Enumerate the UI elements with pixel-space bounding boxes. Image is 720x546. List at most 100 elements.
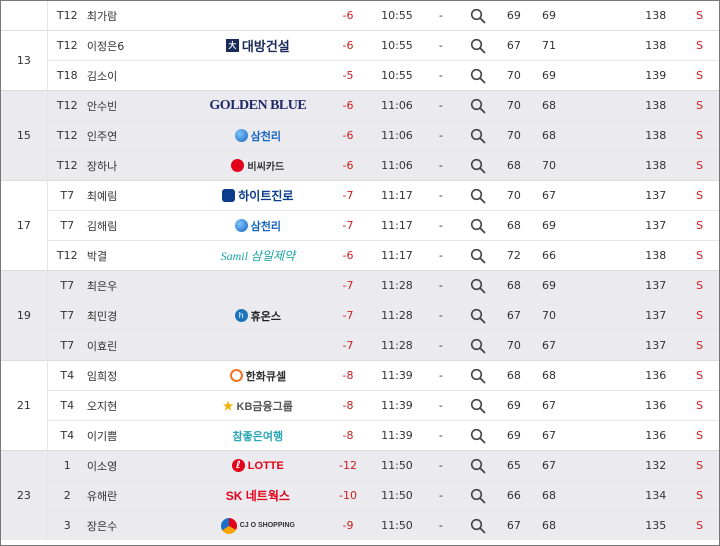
s-link[interactable]: S <box>680 270 719 301</box>
player-position: 2 <box>47 480 87 511</box>
player-name[interactable]: 김소이 <box>86 60 193 91</box>
search-icon[interactable] <box>470 308 486 324</box>
search-cell[interactable] <box>460 390 497 421</box>
tee-time: 11:50 <box>372 510 422 540</box>
s-link[interactable]: S <box>680 90 719 121</box>
player-name[interactable]: 이정은6 <box>86 30 193 61</box>
player-name[interactable]: 장하나 <box>86 150 193 181</box>
search-icon[interactable] <box>470 428 486 444</box>
player-name[interactable]: 이기쁨 <box>86 420 193 451</box>
player-name[interactable]: 인주연 <box>86 120 193 151</box>
hole-dash: - <box>421 210 461 241</box>
s-link[interactable]: S <box>680 30 719 61</box>
search-icon[interactable] <box>470 68 486 84</box>
search-icon[interactable] <box>470 158 486 174</box>
player-row: T12 장하나 비씨카드 -6 11:06- 68 70 138 S <box>1 150 719 181</box>
total-strokes: 138 <box>566 1 681 31</box>
player-name[interactable]: 이효린 <box>86 330 193 361</box>
s-link[interactable]: S <box>680 450 719 481</box>
search-cell[interactable] <box>460 150 497 181</box>
search-cell[interactable] <box>460 420 497 451</box>
player-name[interactable]: 박결 <box>86 240 193 271</box>
s-link[interactable]: S <box>680 390 719 421</box>
hole-dash: - <box>421 420 461 451</box>
tee-time: 11:28 <box>372 300 422 331</box>
search-cell[interactable] <box>460 450 497 481</box>
hole-dash: - <box>421 330 461 361</box>
player-name[interactable]: 김해림 <box>86 210 193 241</box>
player-row: T12 박결 Samil 삼일제약 -6 11:17- 72 66 138 S <box>1 240 719 271</box>
search-icon[interactable] <box>470 368 486 384</box>
s-link[interactable]: S <box>680 300 719 331</box>
player-name[interactable]: 최은우 <box>86 270 193 301</box>
player-name[interactable]: 임희정 <box>86 360 193 391</box>
search-icon[interactable] <box>470 98 486 114</box>
search-icon[interactable] <box>470 338 486 354</box>
player-name[interactable]: 최민경 <box>86 300 193 331</box>
search-icon[interactable] <box>470 278 486 294</box>
sponsor-name: 삼천리 <box>250 220 282 233</box>
search-cell[interactable] <box>460 300 497 331</box>
search-icon[interactable] <box>470 518 486 534</box>
search-cell[interactable] <box>460 210 497 241</box>
search-icon[interactable] <box>470 218 486 234</box>
search-icon[interactable] <box>470 398 486 414</box>
search-cell[interactable] <box>460 120 497 151</box>
search-icon[interactable] <box>470 488 486 504</box>
search-cell[interactable] <box>460 60 497 91</box>
round1-score: 68 <box>496 210 532 241</box>
sponsor-cell: ★ KB금융그룹 <box>192 390 324 421</box>
search-icon[interactable] <box>470 8 486 24</box>
s-link[interactable]: S <box>680 510 719 540</box>
group-number: 13 <box>1 30 48 91</box>
search-cell[interactable] <box>460 30 497 61</box>
search-cell[interactable] <box>460 90 497 121</box>
player-score: -6 <box>323 240 373 271</box>
player-name[interactable]: 오지현 <box>86 390 193 421</box>
player-position: T4 <box>47 390 87 421</box>
s-link[interactable]: S <box>680 240 719 271</box>
s-link[interactable]: S <box>680 480 719 511</box>
player-position: T12 <box>47 240 87 271</box>
search-cell[interactable] <box>460 480 497 511</box>
player-name[interactable]: 최가람 <box>86 1 193 31</box>
total-strokes: 132 <box>566 450 681 481</box>
player-score: -6 <box>323 120 373 151</box>
search-icon[interactable] <box>470 38 486 54</box>
sponsor-cell <box>192 60 324 91</box>
search-cell[interactable] <box>460 240 497 271</box>
search-cell[interactable] <box>460 180 497 211</box>
sponsor-logo: 한화큐셀 <box>229 368 286 384</box>
search-cell[interactable] <box>460 1 497 31</box>
sponsor-logo: CJ O SHOPPING <box>220 517 295 534</box>
s-link[interactable]: S <box>680 180 719 211</box>
s-link[interactable]: S <box>680 360 719 391</box>
s-link[interactable]: S <box>680 120 719 151</box>
player-name[interactable]: 이소영 <box>86 450 193 481</box>
search-cell[interactable] <box>460 510 497 540</box>
player-row: 2 유해란 SK 네트웍스 -10 11:50- 66 68 134 S <box>1 480 719 511</box>
search-cell[interactable] <box>460 330 497 361</box>
player-name[interactable]: 안수빈 <box>86 90 193 121</box>
s-link[interactable]: S <box>680 330 719 361</box>
search-cell[interactable] <box>460 270 497 301</box>
player-position: T7 <box>47 180 87 211</box>
sponsor-cell: ℓ LOTTE <box>192 450 324 481</box>
tee-time: 11:17 <box>372 180 422 211</box>
player-name[interactable]: 유해란 <box>86 480 193 511</box>
search-cell[interactable] <box>460 360 497 391</box>
sponsor-cell: SK 네트웍스 <box>192 480 324 511</box>
search-icon[interactable] <box>470 248 486 264</box>
s-link[interactable]: S <box>680 60 719 91</box>
player-name[interactable]: 장은수 <box>86 510 193 540</box>
search-icon[interactable] <box>470 458 486 474</box>
search-icon[interactable] <box>470 188 486 204</box>
s-link[interactable]: S <box>680 210 719 241</box>
sponsor-name: LOTTE <box>247 459 284 472</box>
player-name[interactable]: 최예림 <box>86 180 193 211</box>
s-link[interactable]: S <box>680 420 719 451</box>
search-icon[interactable] <box>470 128 486 144</box>
s-link[interactable]: S <box>680 1 719 31</box>
s-link[interactable]: S <box>680 150 719 181</box>
player-score: -7 <box>323 210 373 241</box>
